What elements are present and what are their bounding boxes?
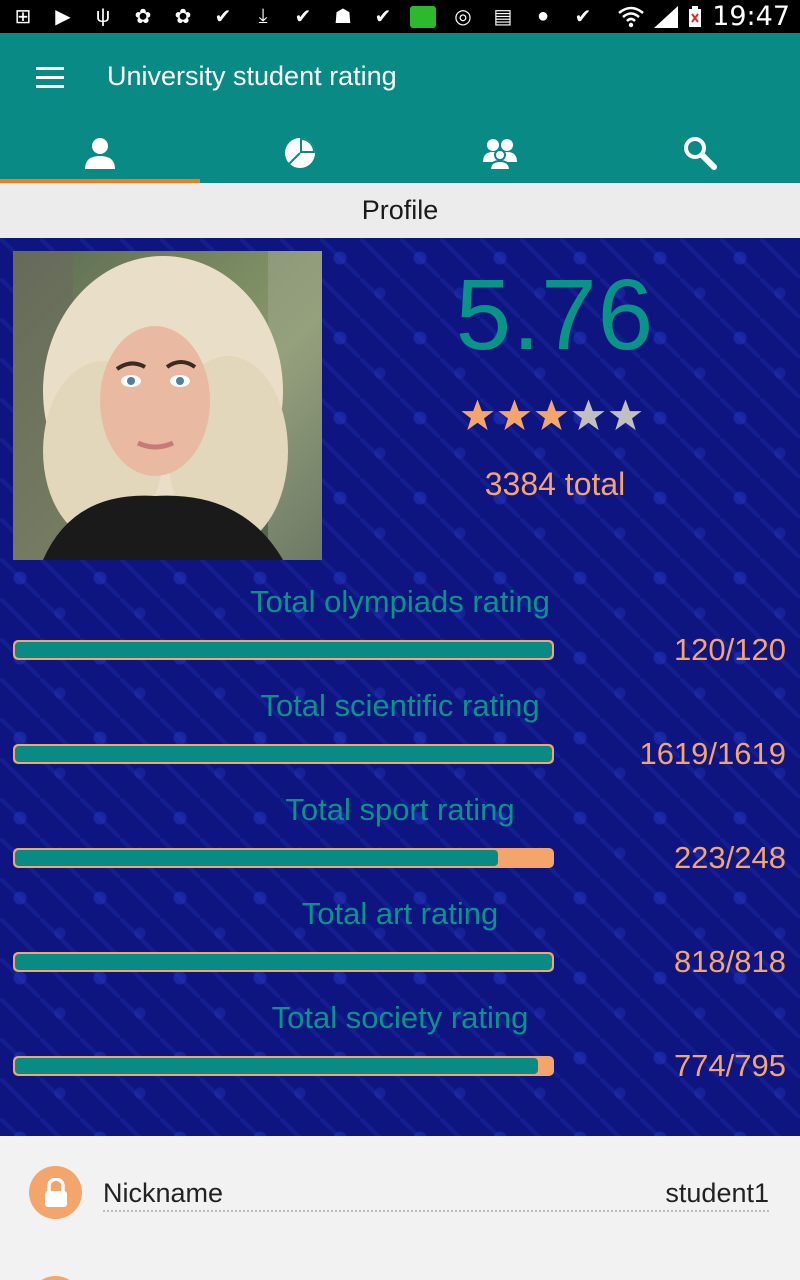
rating-progress-fill xyxy=(15,850,498,866)
rating-row: Total art rating 818/818 xyxy=(0,896,800,1000)
lock-icon xyxy=(29,1166,82,1219)
star-filled-icon xyxy=(461,399,494,431)
check-icon: ✔ xyxy=(374,6,392,28)
tab-statistics[interactable] xyxy=(200,123,400,183)
rating-value: 120/120 xyxy=(673,632,786,667)
notification-icons: ⊞ ▶ ψ ✿ ✿ ✔ ⤓ ✔ ☗ ✔ ◎ ▤ ● ✔ xyxy=(10,5,596,28)
rating-value: 1619/1619 xyxy=(639,736,786,771)
total-points: 3384 total xyxy=(484,466,626,502)
rating-progress-fill xyxy=(15,642,552,658)
check-icon: ✔ xyxy=(294,6,312,28)
star-empty-icon xyxy=(609,399,642,431)
divider xyxy=(103,1210,769,1212)
file-icon: ▤ xyxy=(493,6,513,28)
signal-icon xyxy=(654,5,679,28)
rating-progress-bar xyxy=(13,1056,554,1076)
check-icon: ✔ xyxy=(214,6,232,28)
add-box-icon: ⊞ xyxy=(14,6,32,28)
rating-label: Total scientific rating xyxy=(260,688,540,723)
rating-progress-bar xyxy=(13,848,554,868)
rating-label: Total olympiads rating xyxy=(250,584,550,619)
rating-value: 223/248 xyxy=(673,840,786,875)
star-filled-icon xyxy=(535,399,568,431)
star-rating xyxy=(460,398,643,433)
download-icon: ⤓ xyxy=(258,5,268,27)
rating-progress-fill xyxy=(15,954,552,970)
rating-progress-bar xyxy=(13,744,554,764)
clock: 19:47 xyxy=(712,1,790,32)
star-empty-icon xyxy=(572,399,605,431)
usb-icon: ψ xyxy=(95,5,111,27)
menu-icon[interactable] xyxy=(36,67,64,89)
rating-row: Total olympiads rating 120/120 xyxy=(0,584,800,688)
youtube-icon: ▶ xyxy=(55,6,71,28)
rating-row: Total society rating 774/795 xyxy=(0,1000,800,1104)
rating-label: Total art rating xyxy=(301,896,499,931)
rating-row: Total scientific rating 1619/1619 xyxy=(0,688,800,792)
wifi-icon xyxy=(618,6,644,27)
app-bar: University student rating xyxy=(0,33,800,183)
battery-icon xyxy=(689,5,702,27)
group-icon xyxy=(483,139,517,171)
tab-search[interactable] xyxy=(600,123,800,183)
rating-progress-bar xyxy=(13,640,554,660)
rating-progress-fill xyxy=(15,1058,539,1074)
profile-details-list: Nickname student1 xyxy=(0,1136,800,1280)
tab-bar xyxy=(0,123,800,183)
nickname-label: Nickname xyxy=(103,1178,224,1208)
screen-icon xyxy=(410,5,436,28)
list-item-nickname[interactable]: Nickname student1 xyxy=(0,1136,800,1248)
status-bar: ⊞ ▶ ψ ✿ ✿ ✔ ⤓ ✔ ☗ ✔ ◎ ▤ ● ✔ 19:47 xyxy=(0,0,800,33)
rating-row: Total sport rating 223/248 xyxy=(0,792,800,896)
tab-groups[interactable] xyxy=(400,123,600,183)
profile-panel: 5.76 3384 total Total olympiads rating 12… xyxy=(0,238,800,1136)
person-icon xyxy=(85,138,115,169)
nickname-value: student1 xyxy=(665,1178,769,1208)
rating-progress-fill xyxy=(15,746,552,762)
section-title: Profile xyxy=(0,183,800,238)
rating-progress-bar xyxy=(13,952,554,972)
paw-icon: ✿ xyxy=(134,6,152,28)
check-icon: ✔ xyxy=(574,6,592,28)
tab-profile[interactable] xyxy=(0,123,200,183)
lock-icon xyxy=(29,1276,82,1280)
rating-label: Total sport rating xyxy=(285,792,515,827)
rating-score: 5.76 xyxy=(455,259,655,371)
badge-icon: ● xyxy=(536,5,550,27)
star-filled-icon xyxy=(498,399,531,431)
search-icon xyxy=(684,137,717,170)
pie-chart-icon xyxy=(285,138,315,168)
wireless-icon: ◎ xyxy=(454,6,472,28)
profile-photo xyxy=(13,251,322,560)
paw-icon: ✿ xyxy=(174,6,192,28)
android-icon: ☗ xyxy=(334,6,352,28)
rating-value: 774/795 xyxy=(673,1048,786,1083)
app-title: University student rating xyxy=(107,61,397,91)
rating-value: 818/818 xyxy=(673,944,786,979)
rating-label: Total society rating xyxy=(271,1000,529,1035)
